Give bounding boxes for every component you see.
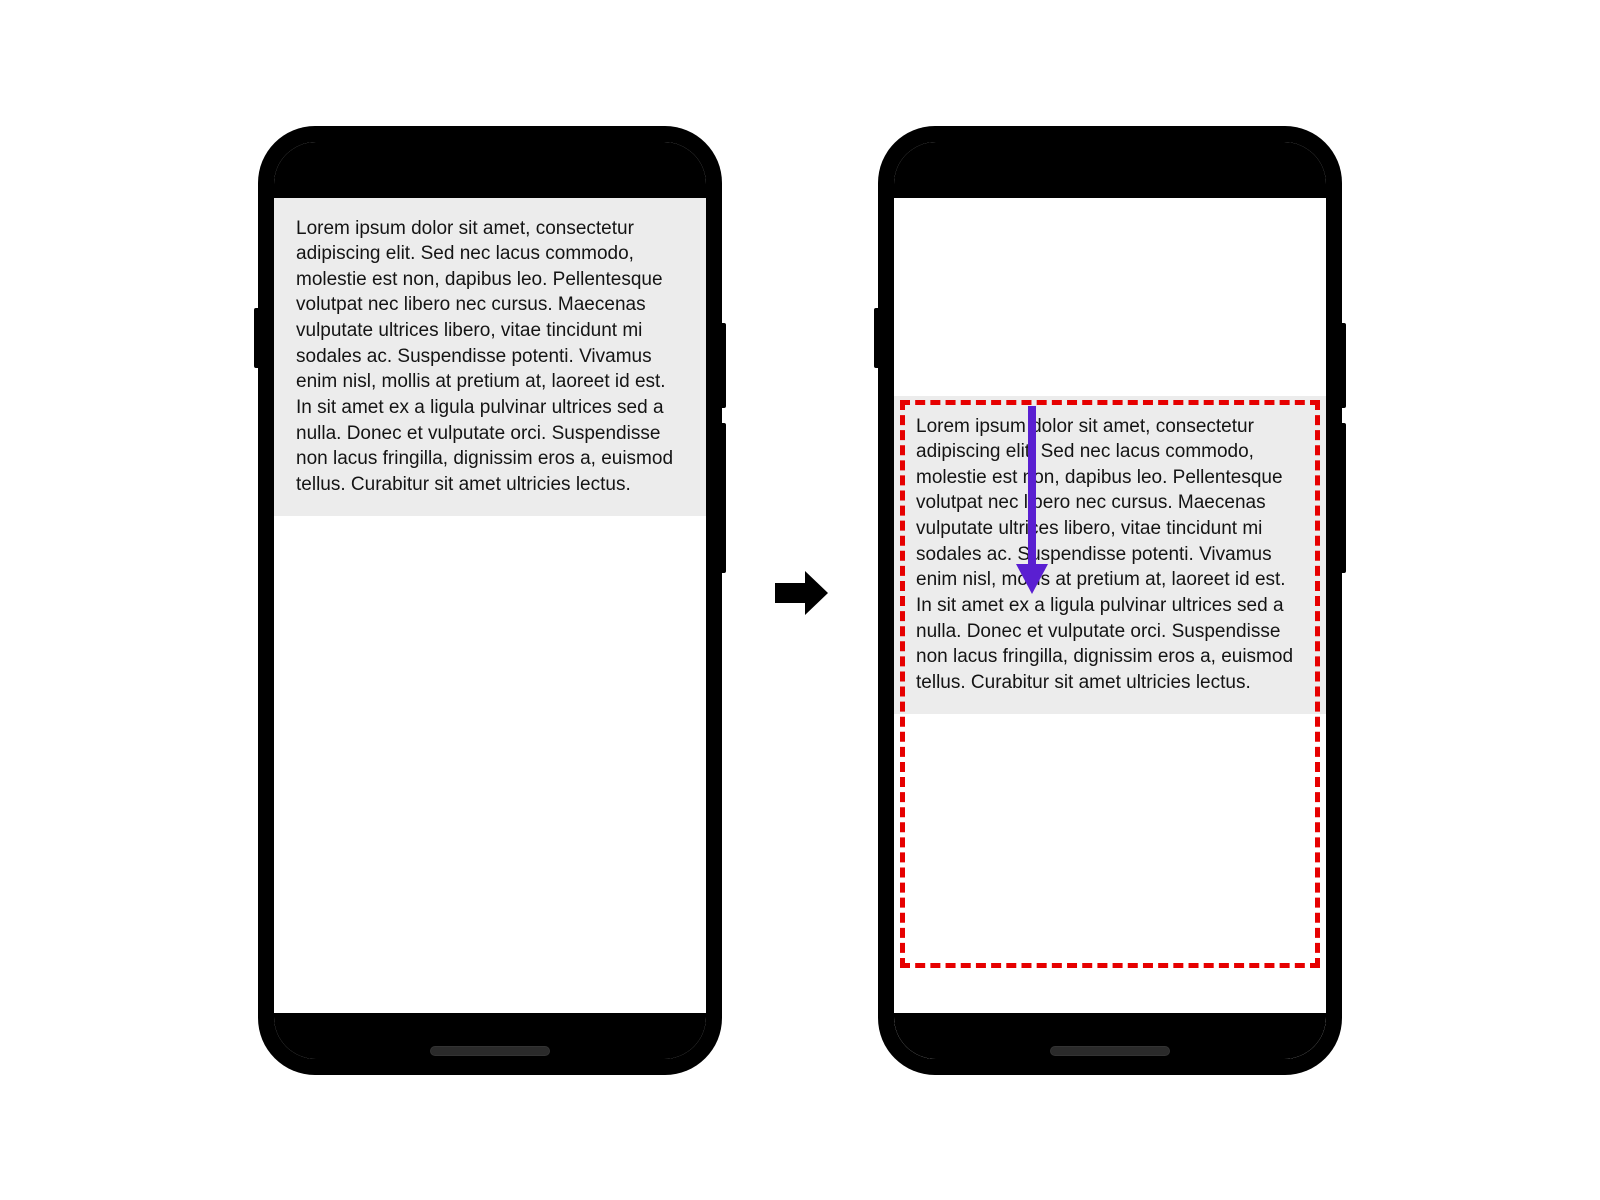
text-block: Lorem ipsum dolor sit amet, consectetur … <box>274 198 706 516</box>
status-bar <box>274 142 706 198</box>
phone-side-button <box>720 423 726 573</box>
phone-mockup-before: Lorem ipsum dolor sit amet, consectetur … <box>260 128 720 1073</box>
phone-bottom-speaker <box>430 1046 550 1056</box>
content-area-after: Lorem ipsum dolor sit amet, consectetur … <box>894 396 1326 1059</box>
phone-side-button <box>1340 423 1346 573</box>
phone-mockup-after: Lorem ipsum dolor sit amet, consectetur … <box>880 128 1340 1073</box>
phone-screen: Lorem ipsum dolor sit amet, consectetur … <box>894 142 1326 1059</box>
phone-side-button <box>254 308 260 368</box>
phone-bottom-speaker <box>1050 1046 1170 1056</box>
text-block: Lorem ipsum dolor sit amet, consectetur … <box>894 396 1326 714</box>
transition-arrow-icon <box>770 563 830 637</box>
phone-screen: Lorem ipsum dolor sit amet, consectetur … <box>274 142 706 1059</box>
phone-side-button <box>874 308 880 368</box>
phone-side-button <box>1340 323 1346 408</box>
content-area-before: Lorem ipsum dolor sit amet, consectetur … <box>274 198 706 1013</box>
phone-side-button <box>720 323 726 408</box>
status-bar <box>894 142 1326 198</box>
